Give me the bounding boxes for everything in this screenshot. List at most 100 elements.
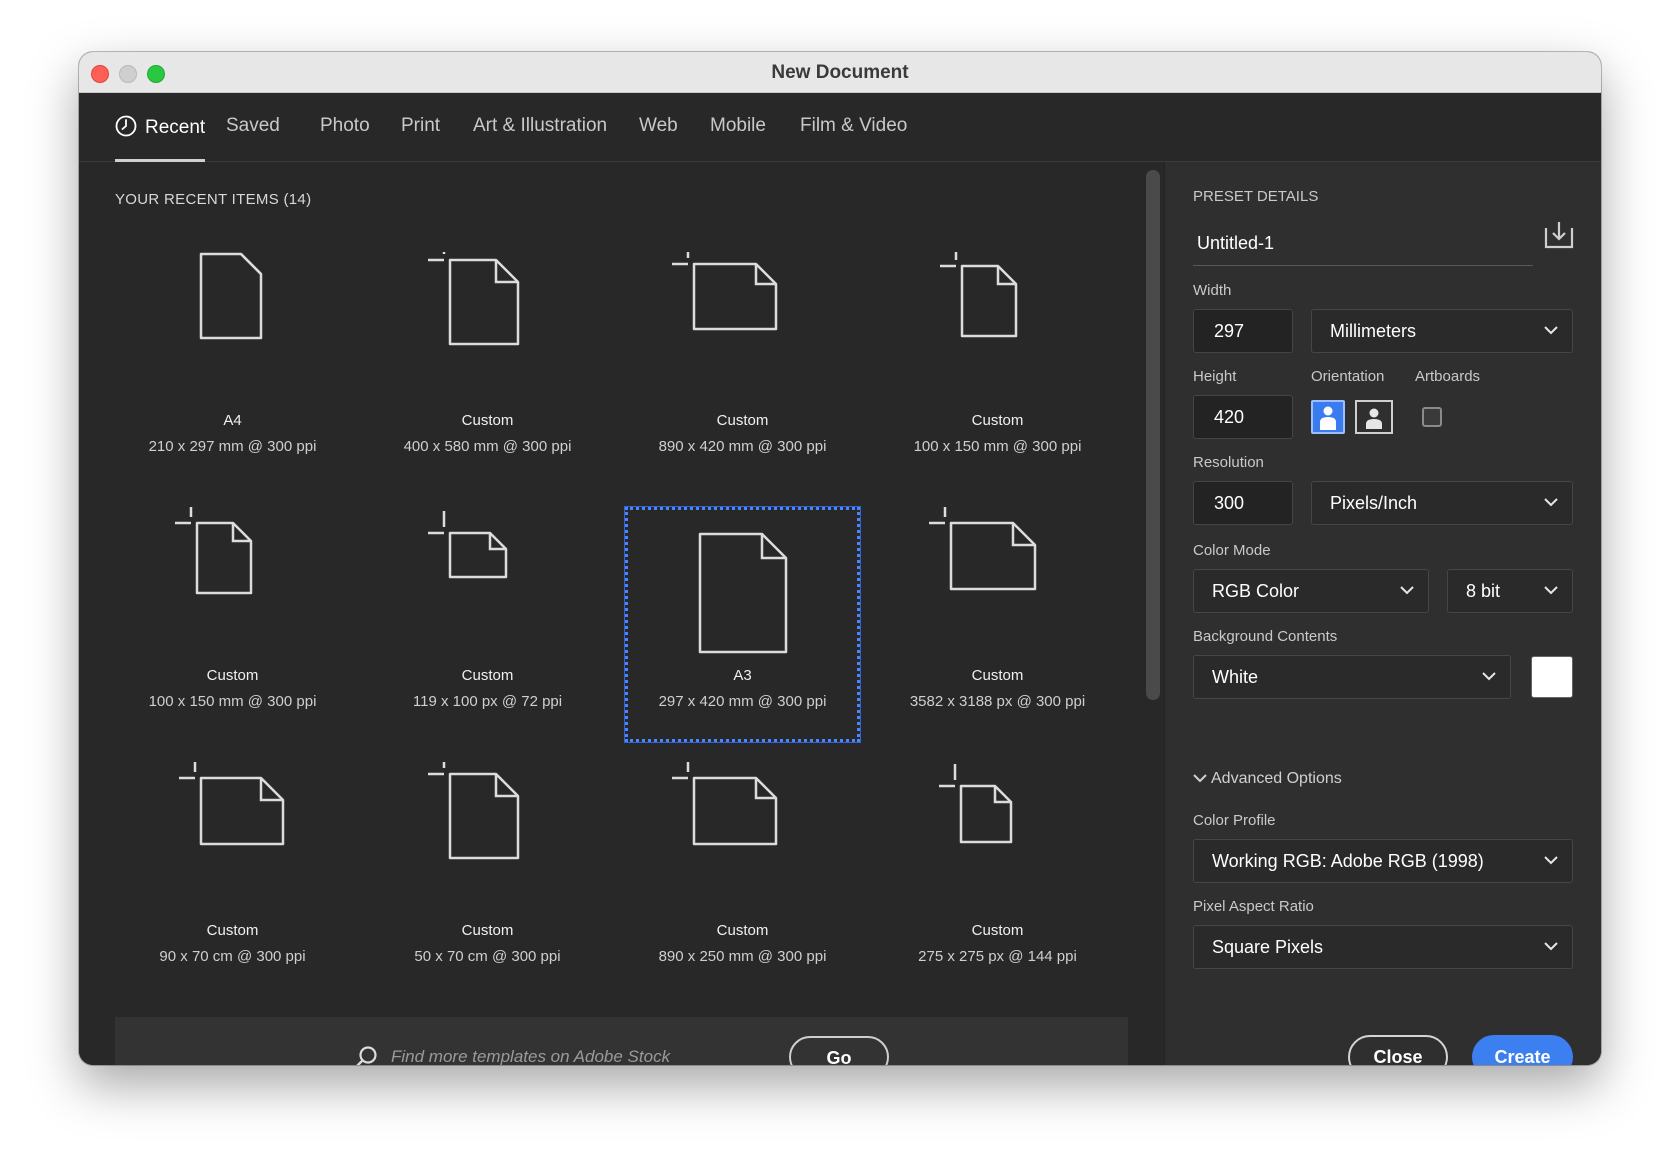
advanced-options-label: Advanced Options (1211, 770, 1342, 787)
color-mode-label: Color Mode (1193, 542, 1271, 559)
recent-item-tile[interactable]: A4 210 x 297 mm @ 300 ppi (115, 252, 350, 487)
tile-name: A3 (733, 667, 752, 684)
custom-landscape-icon (672, 252, 778, 331)
recent-item-tile[interactable]: Custom 400 x 580 mm @ 300 ppi (370, 252, 605, 487)
tile-name: Custom (461, 412, 514, 429)
tile-size: 210 x 297 mm @ 300 ppi (148, 438, 317, 455)
custom-landscape-icon (929, 507, 1037, 591)
resolution-input[interactable]: 300 (1193, 481, 1293, 525)
resolution-unit-value: Pixels/Inch (1330, 492, 1418, 513)
clock-icon (115, 115, 137, 137)
recent-item-tile[interactable]: Custom 90 x 70 cm @ 300 ppi (115, 762, 350, 997)
tile-size: 890 x 250 mm @ 300 ppi (658, 948, 827, 965)
background-contents-value: White (1212, 666, 1259, 687)
recent-item-tile[interactable]: Custom 890 x 250 mm @ 300 ppi (625, 762, 860, 997)
close-button[interactable]: Close (1348, 1035, 1448, 1065)
tile-name: Custom (461, 667, 514, 684)
tab-photo[interactable]: Photo (320, 115, 370, 159)
tile-name: Custom (206, 667, 259, 684)
tile-name: Custom (206, 922, 259, 939)
height-input[interactable]: 420 (1193, 395, 1293, 439)
tab-web[interactable]: Web (639, 115, 678, 159)
background-color-swatch[interactable] (1531, 656, 1573, 698)
custom-square-icon (939, 764, 1013, 844)
tab-print[interactable]: Print (401, 115, 440, 159)
stock-search-bar: Go (115, 1017, 1128, 1065)
artboards-label: Artboards (1415, 368, 1481, 385)
chevron-down-icon (1544, 942, 1558, 951)
title-bar: New Document (79, 52, 1601, 93)
recent-item-tile[interactable]: Custom 119 x 100 px @ 72 ppi (370, 507, 605, 742)
bit-depth-dropdown[interactable]: 8 bit (1447, 569, 1573, 613)
custom-portrait-icon (428, 762, 520, 860)
pixel-aspect-ratio-value: Square Pixels (1212, 936, 1324, 957)
recent-item-tile[interactable]: Custom 275 x 275 px @ 144 ppi (880, 762, 1115, 997)
color-mode-value: RGB Color (1212, 580, 1300, 601)
tab-saved[interactable]: Saved (226, 115, 280, 159)
recent-item-tile[interactable]: Custom 100 x 150 mm @ 300 ppi (115, 507, 350, 742)
recent-item-tile[interactable]: Custom 890 x 420 mm @ 300 ppi (625, 252, 860, 487)
tile-size: 3582 x 3188 px @ 300 ppi (909, 693, 1086, 710)
tile-name: A4 (223, 412, 242, 429)
recent-items-count: (14) (283, 191, 312, 208)
go-button[interactable]: Go (789, 1036, 889, 1065)
tile-name: Custom (971, 412, 1024, 429)
window-title: New Document (771, 62, 909, 83)
category-tabs: Recent Saved Photo Print Art & Illustrat… (79, 93, 1601, 162)
tab-film-video[interactable]: Film & Video (800, 115, 907, 159)
background-contents-dropdown[interactable]: White (1193, 655, 1511, 699)
custom-portrait-icon (940, 252, 1018, 338)
orientation-portrait-button[interactable] (1311, 400, 1345, 434)
preset-name-field[interactable]: Untitled-1 (1193, 222, 1533, 266)
resolution-label: Resolution (1193, 454, 1264, 471)
tab-recent[interactable]: Recent (115, 115, 206, 162)
document-portrait-icon (698, 532, 788, 654)
custom-landscape-icon (428, 511, 508, 579)
create-button[interactable]: Create (1472, 1035, 1573, 1065)
preset-details-panel: PRESET DETAILS Untitled-1 Width 297 Mill… (1164, 162, 1601, 1065)
color-mode-dropdown[interactable]: RGB Color (1193, 569, 1429, 613)
artboards-checkbox[interactable] (1422, 407, 1442, 427)
tab-art-illustration[interactable]: Art & Illustration (473, 115, 607, 159)
tile-name: Custom (971, 667, 1024, 684)
recent-item-tile[interactable]: Custom 100 x 150 mm @ 300 ppi (880, 252, 1115, 487)
color-profile-dropdown[interactable]: Working RGB: Adobe RGB (1998) (1193, 839, 1573, 883)
orientation-landscape-button[interactable] (1355, 400, 1393, 434)
save-preset-icon[interactable] (1543, 220, 1575, 250)
tile-size: 100 x 150 mm @ 300 ppi (913, 438, 1082, 455)
chevron-down-icon (1400, 586, 1414, 595)
advanced-options-toggle[interactable]: Advanced Options (1193, 770, 1342, 788)
chevron-down-icon (1482, 672, 1496, 681)
recent-item-tile[interactable]: Custom 3582 x 3188 px @ 300 ppi (880, 507, 1115, 742)
width-unit-dropdown[interactable]: Millimeters (1311, 309, 1573, 353)
custom-landscape-icon (672, 762, 778, 846)
scrollbar[interactable] (1146, 170, 1160, 700)
tile-size: 275 x 275 px @ 144 ppi (918, 948, 1077, 965)
tile-size: 50 x 70 cm @ 300 ppi (414, 948, 561, 965)
tile-size: 400 x 580 mm @ 300 ppi (403, 438, 572, 455)
width-input[interactable]: 297 (1193, 309, 1293, 353)
stock-search-input[interactable] (389, 1037, 777, 1065)
recent-item-tile[interactable]: Custom 50 x 70 cm @ 300 ppi (370, 762, 605, 997)
recent-items-pane: YOUR RECENT ITEMS (14) A4 210 x 297 mm @… (79, 162, 1164, 1065)
color-profile-label: Color Profile (1193, 812, 1276, 829)
tile-size: 90 x 70 cm @ 300 ppi (159, 948, 306, 965)
custom-landscape-icon (179, 762, 285, 846)
tile-size: 297 x 420 mm @ 300 ppi (658, 693, 827, 710)
tile-size: 890 x 420 mm @ 300 ppi (658, 438, 827, 455)
tile-name: Custom (716, 412, 769, 429)
search-icon (356, 1046, 377, 1065)
tile-size: 119 x 100 px @ 72 ppi (412, 693, 563, 710)
preset-details-heading: PRESET DETAILS (1193, 188, 1319, 205)
tile-size: 100 x 150 mm @ 300 ppi (148, 693, 317, 710)
chevron-down-icon (1544, 856, 1558, 865)
tab-mobile[interactable]: Mobile (710, 115, 766, 159)
background-contents-label: Background Contents (1193, 628, 1338, 645)
recent-item-tile-selected[interactable]: A3 297 x 420 mm @ 300 ppi (624, 506, 861, 743)
recent-items-heading: YOUR RECENT ITEMS (14) (115, 191, 311, 208)
chevron-down-icon (1544, 326, 1558, 335)
tab-recent-label: Recent (145, 117, 206, 138)
resolution-unit-dropdown[interactable]: Pixels/Inch (1311, 481, 1573, 525)
pixel-aspect-ratio-dropdown[interactable]: Square Pixels (1193, 925, 1573, 969)
document-portrait-icon (199, 252, 263, 340)
